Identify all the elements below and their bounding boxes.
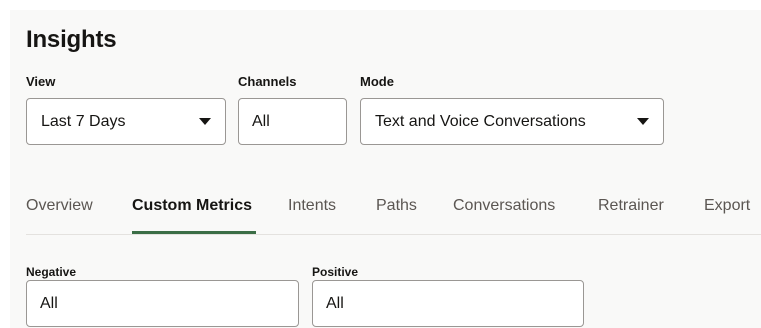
tab-paths[interactable]: Paths bbox=[376, 196, 417, 216]
positive-label: Positive bbox=[312, 265, 359, 279]
insights-panel: Insights View Last 7 Days Channels All M… bbox=[10, 10, 761, 328]
mode-select-value: Text and Voice Conversations bbox=[375, 112, 586, 130]
channels-field[interactable]: All bbox=[238, 98, 347, 145]
active-tab-indicator bbox=[132, 231, 256, 234]
caret-down-icon bbox=[637, 118, 649, 125]
mode-label: Mode bbox=[360, 74, 394, 89]
tab-custom-metrics[interactable]: Custom Metrics bbox=[132, 196, 252, 216]
positive-field[interactable]: All bbox=[312, 280, 584, 327]
negative-field[interactable]: All bbox=[26, 280, 299, 327]
negative-label: Negative bbox=[26, 265, 77, 279]
tab-intents[interactable]: Intents bbox=[288, 196, 336, 216]
tab-overview[interactable]: Overview bbox=[26, 196, 93, 216]
tab-retrainer[interactable]: Retrainer bbox=[598, 196, 664, 216]
channels-label: Channels bbox=[238, 74, 297, 89]
view-select[interactable]: Last 7 Days bbox=[26, 98, 226, 145]
caret-down-icon bbox=[199, 118, 211, 125]
page-title: Insights bbox=[26, 26, 117, 53]
insights-tabs: Overview Custom Metrics Intents Paths Co… bbox=[26, 186, 761, 235]
view-select-value: Last 7 Days bbox=[41, 112, 126, 130]
tab-conversations[interactable]: Conversations bbox=[453, 196, 555, 216]
view-label: View bbox=[26, 74, 56, 89]
tab-export[interactable]: Export bbox=[704, 196, 750, 216]
mode-select[interactable]: Text and Voice Conversations bbox=[360, 98, 664, 145]
